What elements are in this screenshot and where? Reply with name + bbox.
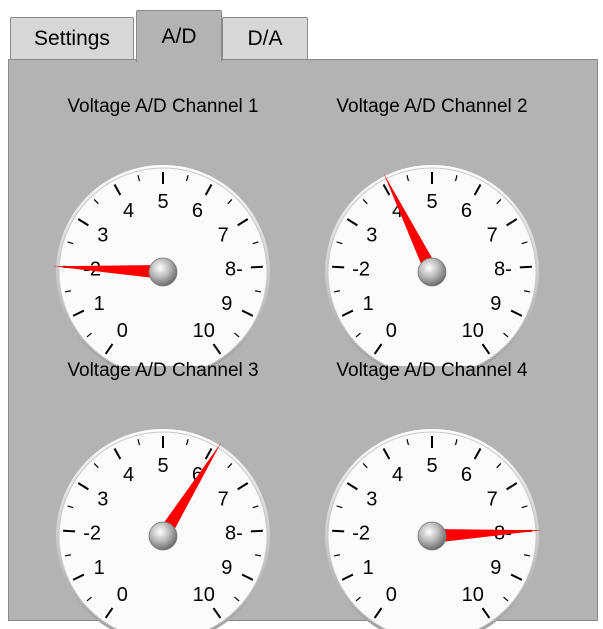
scale-label: 3: [366, 224, 377, 246]
scale-label: 0: [386, 584, 397, 606]
scale-label: 1: [363, 557, 374, 579]
gauge-dial: 01-2345678-910: [56, 429, 270, 629]
tab-bar: Settings A/D D/A: [8, 8, 598, 62]
needle-hub: [148, 257, 178, 287]
needle-hub: [417, 521, 447, 551]
scale-label: 5: [426, 455, 437, 477]
scale-label: 3: [366, 488, 377, 510]
scale-label: 9: [490, 293, 501, 315]
gauge-channel-1: Voltage A/D Channel 1 01-2345678-910: [23, 96, 303, 366]
scale-label: 9: [221, 293, 232, 315]
gauge-dial: 01-2345678-910: [53, 165, 270, 366]
gauge-channel-3: Voltage A/D Channel 3 0 1 -2 3 4 5 6 7 8- 9 10: [23, 360, 303, 629]
scale-label: 5: [426, 191, 437, 213]
tab-ad[interactable]: A/D: [136, 10, 222, 62]
scale-label: 5: [157, 191, 168, 213]
major-tick: [519, 265, 532, 269]
scale-label: -2: [352, 258, 370, 280]
scale-label: 10: [193, 584, 215, 606]
scale-label: 10: [462, 320, 484, 342]
scale-label: 1: [94, 557, 105, 579]
needle-hub: [148, 521, 178, 551]
scale-label: 4: [123, 464, 134, 486]
major-tick: [332, 265, 345, 269]
ad-tab-panel: Voltage A/D Channel 1 01-2345678-910 Vol…: [8, 59, 598, 629]
scale-label: 1: [363, 293, 374, 315]
scale-label: 6: [461, 464, 472, 486]
scale-label: -2: [83, 522, 101, 544]
scale-label: -2: [352, 522, 370, 544]
scale-label: 6: [461, 200, 472, 222]
gauge-dial: 01-2345678-910: [325, 165, 539, 366]
scale-label: 0: [386, 320, 397, 342]
app-window: Settings A/D D/A Voltage A/D Channel 1 0…: [0, 0, 603, 629]
major-tick: [250, 529, 263, 533]
tab-da[interactable]: D/A: [222, 17, 308, 60]
gauge-channel-4: Voltage A/D Channel 4 01-2345678-910: [292, 360, 572, 629]
gauge-dial: 01-2345678-910: [325, 429, 542, 629]
scale-label: 9: [221, 557, 232, 579]
major-tick: [250, 265, 263, 269]
scale-label: 8-: [494, 258, 512, 280]
scale-label: 5: [157, 455, 168, 477]
scale-label: 8-: [225, 522, 243, 544]
needle-hub: [417, 257, 447, 287]
scale-label: 7: [218, 224, 229, 246]
scale-label: 8-: [225, 258, 243, 280]
major-tick: [63, 529, 76, 533]
scale-label: 4: [392, 464, 403, 486]
scale-label: 7: [218, 488, 229, 510]
scale-label: 1: [94, 293, 105, 315]
scale-label: 10: [462, 584, 484, 606]
major-tick: [332, 529, 345, 533]
scale-label: 6: [192, 200, 203, 222]
scale-label: 3: [97, 488, 108, 510]
tab-settings[interactable]: Settings: [10, 17, 134, 60]
scale-label: 0: [117, 320, 128, 342]
scale-label: 4: [123, 200, 134, 222]
scale-label: 9: [490, 557, 501, 579]
scale-label: 7: [487, 224, 498, 246]
scale-label: 3: [97, 224, 108, 246]
scale-label: 10: [193, 320, 215, 342]
gauge-channel-2: Voltage A/D Channel 2 0 1 -2 3 4 5 6 7 8- 9 10: [292, 96, 572, 366]
scale-label: 7: [487, 488, 498, 510]
scale-label: 0: [117, 584, 128, 606]
